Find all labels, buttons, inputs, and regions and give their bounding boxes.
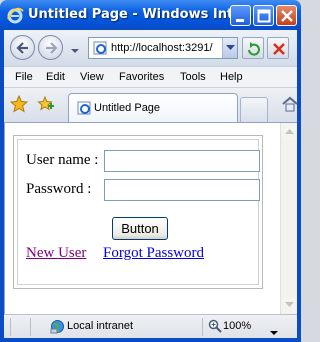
tab-bar: Untitled Page bbox=[4, 88, 298, 122]
username-field[interactable] bbox=[104, 150, 260, 172]
menu-tools[interactable]: Tools bbox=[180, 71, 206, 83]
chevron-down-icon bbox=[71, 49, 79, 53]
zoom-dropdown[interactable] bbox=[270, 325, 278, 339]
window-frame-right bbox=[297, 30, 301, 342]
add-favorite-icon bbox=[37, 95, 54, 111]
status-divider bbox=[10, 318, 11, 336]
recent-pages-dropdown[interactable] bbox=[70, 44, 80, 53]
navigation-bar: http://localhost:3291/ bbox=[4, 30, 297, 66]
minimize-button[interactable] bbox=[230, 5, 251, 26]
address-url[interactable]: http://localhost:3291/ bbox=[111, 42, 219, 54]
tab-label: Untitled Page bbox=[94, 102, 161, 114]
zoom-level[interactable]: 100% bbox=[223, 320, 251, 332]
menu-bar: File Edit View Favorites Tools Help bbox=[4, 66, 297, 88]
status-divider bbox=[30, 318, 31, 336]
username-label: User name : bbox=[26, 152, 99, 168]
password-field[interactable] bbox=[104, 179, 260, 201]
home-button[interactable] bbox=[282, 96, 298, 115]
refresh-button[interactable] bbox=[242, 37, 264, 59]
status-divider bbox=[202, 318, 203, 336]
chevron-down-icon bbox=[285, 302, 294, 307]
forward-button[interactable] bbox=[38, 35, 63, 60]
forgot-password-link[interactable]: Forgot Password bbox=[103, 245, 204, 262]
maximize-icon bbox=[257, 9, 271, 23]
new-user-link[interactable]: New User bbox=[26, 245, 86, 262]
menu-file[interactable]: File bbox=[15, 71, 33, 83]
password-label: Password : bbox=[26, 181, 92, 197]
login-form: User name : Password : Button New User F… bbox=[13, 135, 263, 289]
status-bar: Local intranet 100% bbox=[4, 314, 297, 338]
submit-button[interactable]: Button bbox=[112, 217, 168, 240]
scroll-down-button[interactable] bbox=[282, 297, 297, 313]
tab-untitled-page[interactable]: Untitled Page bbox=[68, 93, 238, 122]
address-bar[interactable]: http://localhost:3291/ bbox=[88, 37, 238, 59]
window-title: Untitled Page - Windows Inte... bbox=[28, 7, 257, 22]
favorites-center-button[interactable] bbox=[9, 94, 29, 116]
forward-arrow-icon bbox=[46, 42, 58, 54]
menu-view[interactable]: View bbox=[80, 71, 104, 83]
scroll-up-button[interactable] bbox=[282, 124, 297, 140]
back-arrow-icon bbox=[16, 42, 28, 54]
close-button[interactable] bbox=[276, 5, 297, 26]
menu-edit[interactable]: Edit bbox=[46, 71, 65, 83]
refresh-icon bbox=[248, 42, 260, 56]
favorites-star-icon bbox=[9, 94, 29, 113]
chevron-up-icon bbox=[285, 129, 294, 134]
minimize-icon bbox=[236, 19, 244, 22]
stop-icon bbox=[273, 43, 285, 55]
menu-favorites[interactable]: Favorites bbox=[119, 71, 164, 83]
close-icon bbox=[281, 10, 293, 22]
intranet-globe-icon bbox=[50, 319, 65, 337]
window-frame-bottom bbox=[0, 338, 301, 342]
security-zone[interactable]: Local intranet bbox=[67, 320, 133, 332]
vertical-scrollbar[interactable] bbox=[280, 123, 297, 314]
page-icon bbox=[93, 41, 107, 55]
add-to-favorites-button[interactable] bbox=[37, 95, 55, 116]
chevron-down-icon bbox=[226, 45, 235, 50]
page-icon bbox=[77, 101, 91, 115]
page-viewport: User name : Password : Button New User F… bbox=[4, 122, 297, 314]
address-dropdown[interactable] bbox=[222, 38, 237, 58]
window-titlebar[interactable]: Untitled Page - Windows Inte... bbox=[0, 0, 301, 30]
stop-button[interactable] bbox=[267, 37, 289, 59]
back-button[interactable] bbox=[10, 35, 35, 60]
chevron-down-icon bbox=[270, 331, 278, 335]
ie-logo-icon bbox=[6, 6, 24, 24]
maximize-button[interactable] bbox=[253, 5, 274, 26]
new-tab-button[interactable] bbox=[240, 97, 268, 122]
zoom-icon bbox=[208, 319, 222, 336]
home-icon bbox=[282, 96, 298, 112]
menu-help[interactable]: Help bbox=[220, 71, 243, 83]
